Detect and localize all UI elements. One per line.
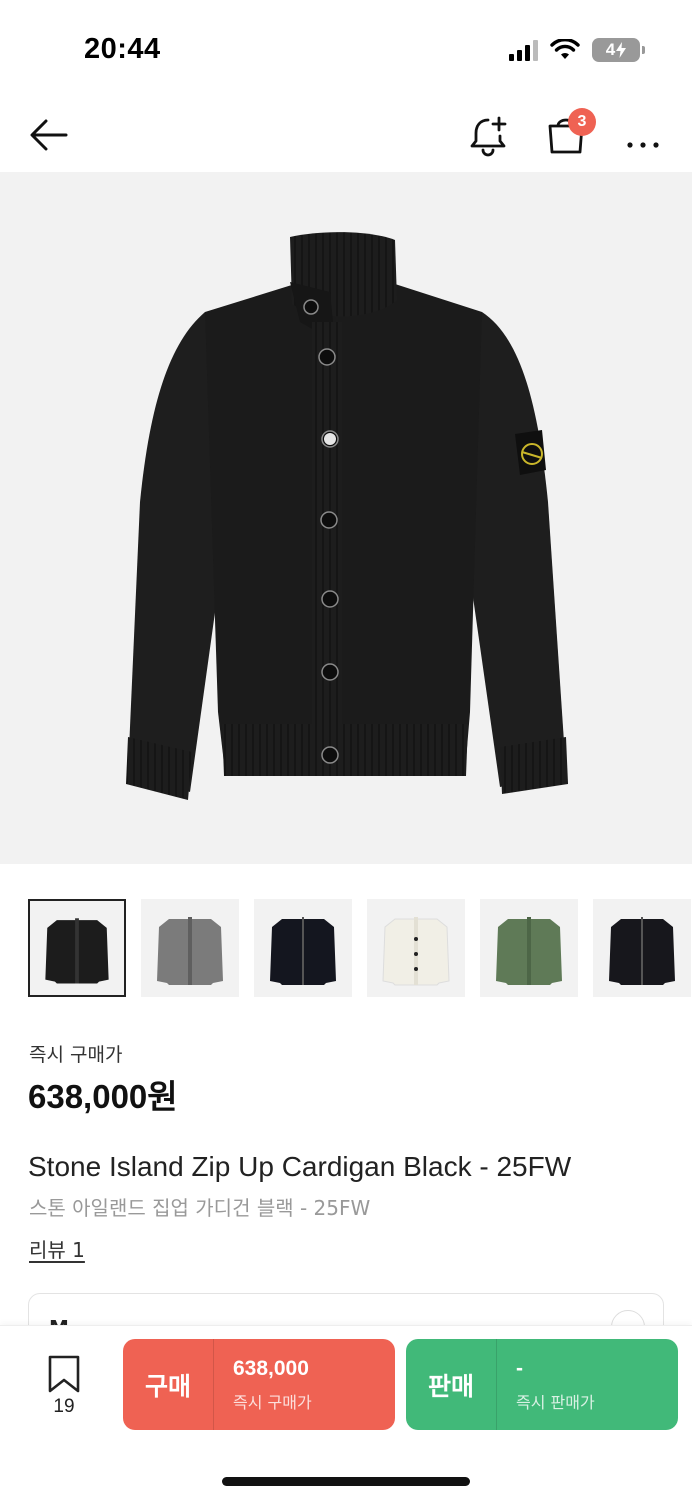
arrow-left-icon bbox=[30, 119, 68, 151]
status-time: 20:44 bbox=[84, 33, 161, 65]
thumbnail-3[interactable] bbox=[254, 899, 352, 997]
home-indicator bbox=[222, 1477, 470, 1486]
thumbnail-strip bbox=[28, 899, 692, 997]
cellular-signal-icon bbox=[509, 39, 538, 61]
charging-bolt-icon bbox=[616, 42, 627, 58]
back-button[interactable] bbox=[26, 112, 72, 158]
buy-label: 구매 bbox=[144, 1371, 191, 1401]
instant-buy-price: 638,000원 bbox=[28, 1078, 178, 1115]
review-link[interactable]: 리뷰 1 bbox=[29, 1234, 85, 1263]
cart-count-badge: 3 bbox=[568, 108, 596, 136]
restock-alarm-button[interactable] bbox=[466, 112, 512, 158]
sell-label: 판매 bbox=[427, 1371, 474, 1401]
thumbnail-image bbox=[45, 918, 109, 984]
thumbnail-image bbox=[270, 917, 336, 985]
thumbnail-image bbox=[157, 917, 223, 985]
buy-button[interactable]: 구매 638,000 즉시 구매가 bbox=[123, 1339, 395, 1430]
thumbnail-1[interactable] bbox=[28, 899, 126, 997]
product-title-ko: 스톤 아일랜드 집업 가디건 블랙 - 25FW bbox=[29, 1196, 371, 1220]
sell-button[interactable]: 판매 - 즉시 판매가 bbox=[406, 1339, 678, 1430]
cardigan-image bbox=[126, 232, 568, 800]
bookmark-count: 19 bbox=[53, 1396, 75, 1417]
divider bbox=[496, 1339, 497, 1430]
bottom-action-bar: 19 구매 638,000 즉시 구매가 판매 - 즉시 판매가 bbox=[0, 1325, 692, 1500]
battery-level: 4 bbox=[605, 40, 616, 59]
divider bbox=[213, 1339, 214, 1430]
buy-sub-label: 즉시 구매가 bbox=[233, 1393, 312, 1412]
bookmark-icon bbox=[48, 1355, 80, 1393]
status-bar: 20:44 4 bbox=[0, 0, 692, 100]
status-icons: 4 bbox=[509, 38, 645, 62]
product-title-en: Stone Island Zip Up Cardigan Black - 25F… bbox=[28, 1151, 572, 1182]
buy-price: 638,000 bbox=[233, 1357, 309, 1380]
thumbnail-image bbox=[496, 917, 562, 985]
sell-price: - bbox=[516, 1357, 523, 1380]
product-image[interactable] bbox=[0, 172, 692, 864]
more-options-button[interactable] bbox=[622, 112, 664, 158]
thumbnail-2[interactable] bbox=[141, 899, 239, 997]
thumbnail-image bbox=[609, 917, 675, 985]
instant-buy-price-label: 즉시 구매가 bbox=[29, 1044, 123, 1066]
bookmark-button[interactable]: 19 bbox=[38, 1354, 90, 1434]
thumbnail-image bbox=[382, 917, 450, 986]
more-dots-icon bbox=[627, 142, 659, 148]
wifi-icon bbox=[550, 39, 580, 59]
thumbnail-5[interactable] bbox=[480, 899, 578, 997]
sell-sub-label: 즉시 판매가 bbox=[516, 1393, 595, 1412]
battery-icon: 4 bbox=[592, 38, 645, 62]
bell-plus-icon bbox=[470, 116, 507, 157]
thumbnail-6[interactable] bbox=[593, 899, 691, 997]
thumbnail-4[interactable] bbox=[367, 899, 465, 997]
